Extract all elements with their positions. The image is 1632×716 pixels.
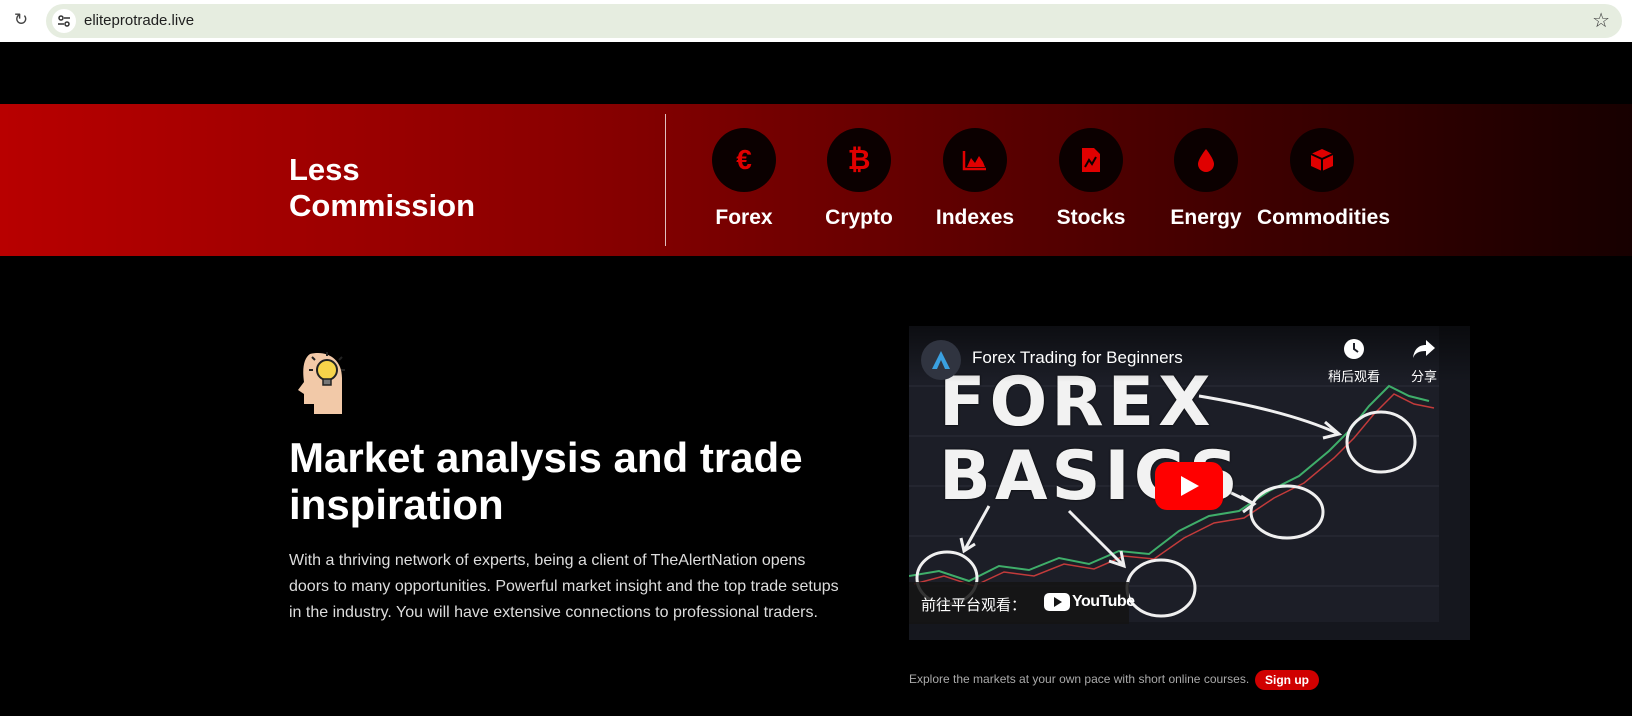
market-indexes[interactable]: Indexes — [910, 128, 1040, 230]
market-label: Commodities — [1257, 206, 1391, 229]
share-arrow-icon — [1413, 340, 1435, 358]
banner-divider — [665, 114, 666, 246]
document-chart-icon — [1059, 128, 1123, 192]
channel-logo[interactable] — [921, 340, 961, 380]
browser-toolbar: ↻ eliteprotrade.live ☆ — [0, 0, 1632, 42]
bitcoin-icon: ₿ — [827, 128, 891, 192]
bookmark-star-icon[interactable]: ☆ — [1592, 9, 1610, 33]
market-forex[interactable]: € Forex — [679, 128, 809, 230]
market-label: Energy — [1170, 206, 1242, 229]
market-label: Forex — [715, 206, 773, 229]
watch-on-youtube[interactable]: 前往平台观看： YouTube — [909, 582, 1135, 624]
site-info-icon[interactable] — [52, 9, 76, 33]
box-icon — [1290, 128, 1354, 192]
watch-later-label: 稍后观看 — [1327, 369, 1380, 384]
watch-on-label: 前往平台观看： — [921, 597, 1027, 614]
banner-title: Less Commission — [289, 152, 476, 223]
market-label: Stocks — [1056, 206, 1126, 229]
courses-text: Explore the markets at your own pace wit… — [909, 672, 1250, 686]
drop-icon — [1174, 128, 1238, 192]
play-button[interactable] — [1155, 462, 1223, 510]
youtube-logo-icon — [1044, 593, 1070, 611]
url-text[interactable]: eliteprotrade.live — [84, 12, 194, 29]
video-title[interactable]: Forex Trading for Beginners — [972, 348, 1183, 368]
youtube-wordmark: YouTube — [1072, 593, 1135, 610]
market-energy[interactable]: Energy — [1141, 128, 1271, 230]
play-icon — [1181, 476, 1199, 496]
share-button[interactable]: 分享 — [1399, 338, 1449, 385]
feature-description: With a thriving network of experts, bein… — [289, 552, 839, 621]
euro-icon: € — [712, 128, 776, 192]
head-lightbulb-icon — [296, 350, 346, 421]
market-commodities[interactable]: Commodities — [1257, 128, 1391, 230]
address-bar[interactable]: eliteprotrade.live ☆ — [46, 4, 1622, 38]
commission-banner: Less Commission € Forex ₿ Crypto Indexes… — [0, 104, 1632, 256]
market-stocks[interactable]: Stocks — [1026, 128, 1156, 230]
share-label: 分享 — [1410, 369, 1437, 384]
market-crypto[interactable]: ₿ Crypto — [794, 128, 924, 230]
watch-later-button[interactable]: 稍后观看 — [1319, 338, 1389, 385]
reload-icon[interactable]: ↻ — [11, 10, 31, 30]
signup-button[interactable]: Sign up — [1255, 670, 1319, 690]
clock-icon — [1344, 339, 1364, 359]
youtube-video-embed[interactable]: FOREX BASICS Forex Trading for Beginners… — [909, 326, 1470, 640]
area-chart-icon — [943, 128, 1007, 192]
market-label: Crypto — [825, 206, 893, 229]
market-label: Indexes — [935, 206, 1015, 229]
feature-title: Market analysis and trade inspiration — [289, 434, 803, 528]
